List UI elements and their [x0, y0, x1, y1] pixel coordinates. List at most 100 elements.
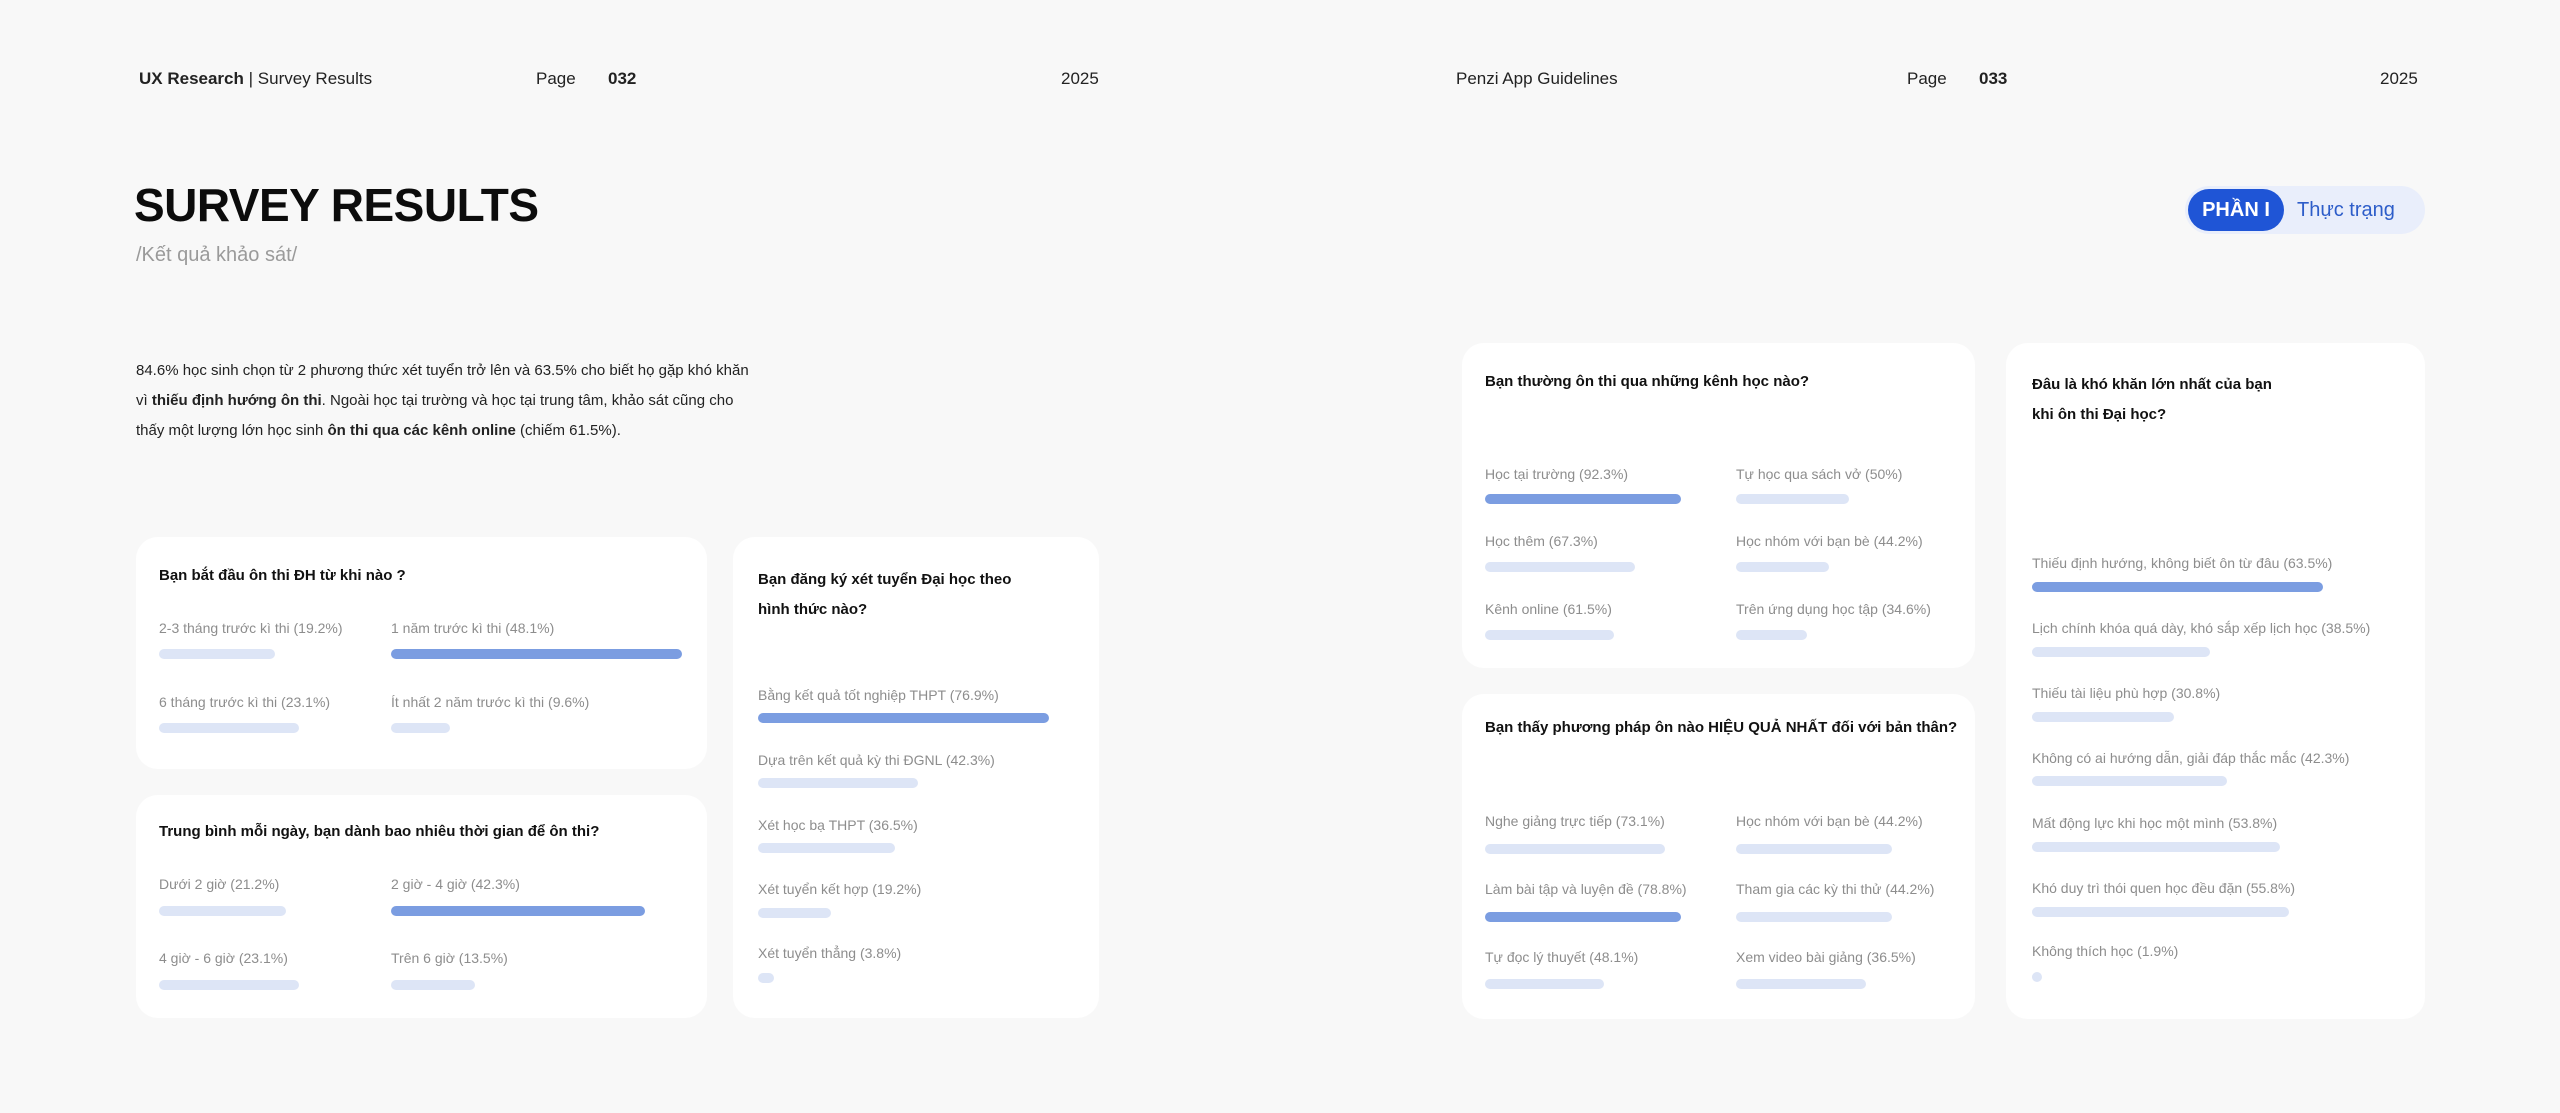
option-label: 2-3 tháng trước kì thi (19.2%): [159, 620, 343, 636]
option-bar-top: [391, 906, 645, 916]
option-label: Thiếu định hướng, không biết ôn từ đâu (…: [2032, 555, 2333, 571]
question-admission-method: Bạn đăng ký xét tuyển Đại học theo hình …: [758, 565, 1011, 625]
spread: UX Research | Survey Results Page 032 20…: [0, 0, 2560, 1113]
option-label: Trên ứng dụng học tập (34.6%): [1736, 601, 1931, 617]
card-effective-methods: Bạn thấy phương pháp ôn nào HIỆU QUẢ NHẤ…: [1462, 694, 1975, 1019]
intro-text-3: (chiếm 61.5%).: [515, 422, 621, 439]
option-label: Dưới 2 giờ (21.2%): [159, 876, 280, 892]
option-label: Không có ai hướng dẫn, giải đáp thắc mắc…: [2032, 750, 2350, 766]
page-title: SURVEY RESULTS: [134, 179, 539, 231]
option-bar: [2032, 776, 2227, 786]
page-subtitle: /Kết quả khảo sát/: [136, 244, 298, 266]
option-label: Nghe giảng trực tiếp (73.1%): [1485, 813, 1665, 829]
question-line-2: khi ôn thi Đại học?: [2032, 406, 2167, 423]
question-biggest-difficulty: Đâu là khó khăn lớn nhất của bạn khi ôn …: [2032, 370, 2272, 430]
option-label: Khó duy trì thói quen học đều đặn (55.8%…: [2032, 880, 2296, 896]
page-number-right: 033: [1979, 69, 2008, 88]
header-left: UX Research | Survey Results: [139, 69, 372, 89]
card-daily-time: Trung bình mỗi ngày, bạn dành bao nhiêu …: [136, 795, 707, 1018]
question-study-channels: Bạn thường ôn thi qua những kênh học nào…: [1485, 373, 1810, 390]
option-bar: [758, 908, 831, 918]
option-bar: [1485, 979, 1604, 989]
option-bar-top: [758, 713, 1049, 723]
option-bar: [2032, 907, 2289, 917]
page-label-left: Page: [536, 69, 576, 88]
intro-paragraph: 84.6% học sinh chọn từ 2 phương thức xét…: [136, 356, 756, 446]
option-label: Bằng kết quả tốt nghiệp THPT (76.9%): [758, 687, 999, 703]
option-label: Xét tuyển kết hợp (19.2%): [758, 881, 922, 897]
option-label: Kênh online (61.5%): [1485, 601, 1612, 617]
option-label: Không thích học (1.9%): [2032, 943, 2179, 959]
option-label: Học nhóm với bạn bè (44.2%): [1736, 533, 1923, 549]
option-bar: [1736, 494, 1849, 504]
card-study-channels: Bạn thường ôn thi qua những kênh học nào…: [1462, 343, 1975, 668]
question-daily-time: Trung bình mỗi ngày, bạn dành bao nhiêu …: [159, 823, 600, 840]
option-bar: [1736, 912, 1892, 922]
option-bar: [159, 906, 286, 916]
option-label: Thiếu tài liệu phù hợp (30.8%): [2032, 685, 2221, 701]
intro-bold-1: thiếu định hướng ôn thi: [151, 392, 322, 409]
option-bar: [1736, 562, 1829, 572]
header-brand: UX Research: [139, 69, 244, 88]
option-bar: [2032, 842, 2280, 852]
section-topic: Thực trạng: [2297, 199, 2395, 221]
option-bar: [2032, 647, 2210, 657]
option-label: Xét tuyển thẳng (3.8%): [758, 945, 902, 961]
year-right: 2025: [2380, 69, 2418, 88]
option-label: Tự đọc lý thuyết (48.1%): [1485, 949, 1639, 965]
intro-bold-2: ôn thi qua các kênh online: [327, 422, 516, 439]
option-bar: [758, 843, 895, 853]
option-bar: [391, 723, 450, 733]
option-bar: [758, 973, 774, 983]
option-label: Lịch chính khóa quá dày, khó sắp xếp lịc…: [2032, 620, 2371, 636]
option-label: Dựa trên kết quả kỳ thi ĐGNL (42.3%): [758, 752, 995, 768]
option-label: Xét học bạ THPT (36.5%): [758, 817, 918, 833]
page-number-left: 032: [608, 69, 637, 88]
option-label: 6 tháng trước kì thi (23.1%): [159, 694, 331, 710]
option-label: 1 năm trước kì thi (48.1%): [391, 620, 555, 636]
option-bar-top: [391, 649, 682, 659]
option-label: Học thêm (67.3%): [1485, 533, 1598, 549]
header-right-title: Penzi App Guidelines: [1456, 69, 1618, 88]
option-label: 4 giờ - 6 giờ (23.1%): [159, 950, 288, 966]
option-label: Xem video bài giảng (36.5%): [1736, 949, 1916, 965]
option-bar-top: [1485, 494, 1681, 504]
question-effective-methods: Bạn thấy phương pháp ôn nào HIỆU QUẢ NHẤ…: [1485, 719, 1958, 736]
option-label: Tham gia các kỳ thi thử (44.2%): [1736, 881, 1935, 897]
option-label: Mất động lực khi học một mình (53.8%): [2032, 815, 2278, 831]
header-subtitle: Survey Results: [257, 69, 373, 88]
option-label: Trên 6 giờ (13.5%): [391, 950, 508, 966]
option-bar: [1485, 562, 1635, 572]
option-bar: [1736, 844, 1892, 854]
option-label: 2 giờ - 4 giờ (42.3%): [391, 876, 520, 892]
option-bar: [2032, 712, 2174, 722]
option-label: Làm bài tập và luyện đề (78.8%): [1485, 881, 1687, 897]
option-bar: [2032, 972, 2042, 982]
option-bar: [159, 649, 275, 659]
option-label: Ít nhất 2 năm trước kì thi (9.6%): [391, 694, 590, 710]
card-admission-method: Bạn đăng ký xét tuyển Đại học theo hình …: [733, 537, 1099, 1018]
option-bar: [1736, 979, 1866, 989]
option-bar: [391, 980, 475, 990]
option-bar: [1736, 630, 1807, 640]
option-bar-top: [2032, 582, 2323, 592]
option-bar: [159, 980, 299, 990]
question-line-1: Đâu là khó khăn lớn nhất của bạn: [2032, 376, 2272, 393]
option-bar: [159, 723, 299, 733]
option-bar: [758, 778, 918, 788]
option-label: Học tại trường (92.3%): [1485, 466, 1629, 482]
option-bar: [1485, 630, 1614, 640]
page-label-right: Page: [1907, 69, 1947, 88]
section-part-badge: PHẦN I: [2188, 189, 2284, 231]
card-biggest-difficulty: Đâu là khó khăn lớn nhất của bạn khi ôn …: [2006, 343, 2425, 1019]
question-line-2: hình thức nào?: [758, 601, 868, 618]
option-bar-top: [1485, 912, 1681, 922]
card-start-time: Bạn bắt đầu ôn thi ĐH từ khi nào ? 2-3 t…: [136, 537, 707, 769]
year-left: 2025: [1061, 69, 1099, 88]
header-divider: |: [248, 69, 254, 88]
option-label: Học nhóm với bạn bè (44.2%): [1736, 813, 1923, 829]
question-start-time: Bạn bắt đầu ôn thi ĐH từ khi nào ?: [159, 567, 406, 584]
question-line-1: Bạn đăng ký xét tuyển Đại học theo: [758, 571, 1012, 588]
option-bar: [1485, 844, 1665, 854]
option-label: Tự học qua sách vở (50%): [1736, 466, 1903, 482]
